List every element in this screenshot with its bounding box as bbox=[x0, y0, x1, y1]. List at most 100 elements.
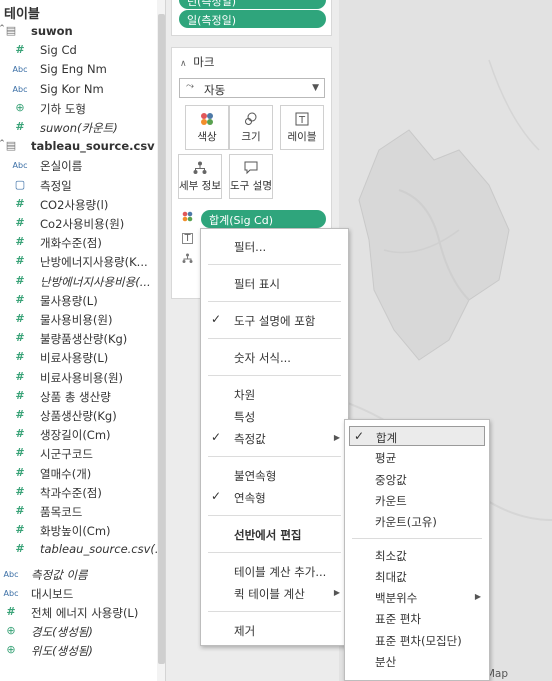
field-row[interactable]: # 개화수준(점) bbox=[0, 233, 158, 252]
aggregation-submenu: ✓ 합계 평균 중앙값 카운트카운트(고유) 최소값 최대값 백분위수 ▶ 표준 편차표준 편차(… bbox=[344, 419, 490, 681]
field-row[interactable]: ⊕ 위도(생성됨) bbox=[0, 641, 158, 660]
menu-item[interactable]: 필터... bbox=[201, 236, 348, 256]
detail-mark-button[interactable]: 세부 정보 bbox=[178, 154, 222, 199]
pill-year-date[interactable]: 년(측정일) bbox=[179, 0, 326, 9]
menu-item[interactable]: 숫자 서식... bbox=[201, 347, 348, 367]
field-row[interactable]: # Co2사용비용(원) bbox=[0, 214, 158, 233]
menu-item[interactable]: ✓ 연속형 bbox=[201, 487, 348, 507]
data-source-name: tableau_source.csv bbox=[31, 139, 155, 154]
menu-item-label: 표준 편차 bbox=[375, 612, 421, 627]
field-row[interactable]: # 생장길이(Cm) bbox=[0, 425, 158, 444]
field-row[interactable]: # 열매수(개) bbox=[0, 464, 158, 483]
field-row[interactable]: # suwon(카운트) bbox=[0, 118, 158, 137]
hash-type-icon: # bbox=[15, 542, 25, 556]
menu-item[interactable]: 특성 bbox=[201, 406, 348, 426]
mark-type-dropdown[interactable]: ⤳ 자동 ▼ bbox=[179, 78, 325, 98]
menu-item[interactable]: 중앙값 bbox=[345, 469, 489, 489]
field-row[interactable]: # 불량품생산량(Kg) bbox=[0, 329, 158, 348]
field-row[interactable]: # 화방높이(Cm) bbox=[0, 521, 158, 540]
database-icon: ▤ bbox=[5, 24, 17, 37]
menu-separator bbox=[208, 515, 341, 517]
menu-item-label: 숫자 서식... bbox=[234, 350, 291, 365]
tooltip-icon bbox=[230, 161, 272, 179]
field-row[interactable]: # 비료사용비용(원) bbox=[0, 368, 158, 387]
field-row[interactable]: Abc Sig Kor Nm bbox=[0, 80, 158, 99]
field-name: 착과수준(점) bbox=[40, 485, 102, 500]
field-row[interactable]: Abc Sig Eng Nm bbox=[0, 60, 158, 79]
hash-type-icon: # bbox=[15, 120, 25, 133]
label-mark-button[interactable]: T 레이블 bbox=[280, 105, 324, 150]
field-row[interactable]: # 상품생산량(Kg) bbox=[0, 406, 158, 425]
menu-item[interactable]: 표준 편차(모집단) bbox=[345, 630, 489, 650]
abc-type-icon: Abc bbox=[3, 588, 19, 598]
menu-item[interactable]: 백분위수 ▶ bbox=[345, 587, 489, 607]
menu-item[interactable]: 불연속형 bbox=[201, 465, 348, 485]
color-pill-sig-cd[interactable]: 합계(Sig Cd) bbox=[201, 210, 326, 228]
field-row[interactable]: # 상품 총 생산량 bbox=[0, 387, 158, 406]
collapse-caret-icon[interactable]: ∧ bbox=[180, 59, 187, 69]
field-name: 화방높이(Cm) bbox=[40, 524, 111, 539]
data-source-header[interactable]: ⌃▤tableau_source.csv bbox=[0, 137, 158, 156]
field-name: 기하 도형 bbox=[40, 101, 86, 116]
field-row[interactable]: # 착과수준(점) bbox=[0, 483, 158, 502]
pill-day-date[interactable]: 일(측정일) bbox=[179, 10, 326, 28]
field-name: 품목코드 bbox=[40, 505, 83, 519]
menu-item[interactable]: 선반에서 편집 bbox=[201, 524, 348, 544]
menu-item[interactable]: 분산 bbox=[345, 651, 489, 671]
menu-item[interactable]: ✓ 측정값 ▶ bbox=[201, 428, 348, 448]
menu-item[interactable]: 표준 편차 bbox=[345, 608, 489, 628]
field-row[interactable]: # 품목코드 bbox=[0, 502, 158, 521]
field-row[interactable]: # 난방에너지사용량(K... bbox=[0, 252, 158, 271]
label-encoding-icon: T bbox=[182, 233, 193, 244]
field-row[interactable]: # 시군구코드 bbox=[0, 444, 158, 463]
field-name: 비료사용비용(원) bbox=[40, 370, 124, 385]
field-row[interactable]: ▢ 측정일 bbox=[0, 176, 158, 195]
menu-item-label: 측정값 bbox=[234, 432, 266, 446]
field-row[interactable]: # CO2사용량(l) bbox=[0, 195, 158, 214]
field-row[interactable]: # 난방에너지사용비용(... bbox=[0, 272, 158, 291]
tooltip-mark-button[interactable]: 도구 설명 bbox=[229, 154, 273, 199]
field-name: 대시보드 bbox=[31, 586, 74, 601]
field-row[interactable]: Abc 측정값 이름 bbox=[0, 565, 158, 584]
menu-item[interactable]: 평균 bbox=[345, 447, 489, 467]
menu-item[interactable]: 테이블 계산 추가... bbox=[201, 561, 348, 581]
menu-item[interactable]: 카운트 bbox=[345, 490, 489, 510]
hash-type-icon: # bbox=[15, 408, 25, 421]
menu-item[interactable]: 제거 bbox=[201, 620, 348, 640]
field-name: 불량품생산량(Kg) bbox=[40, 332, 128, 347]
data-pane-title: 테이블 bbox=[4, 7, 40, 22]
hash-type-icon: # bbox=[15, 388, 25, 402]
marks-title-label: 마크 bbox=[193, 55, 215, 69]
field-row[interactable]: # 전체 에너지 사용량(L) bbox=[0, 603, 158, 622]
menu-item[interactable]: 카운트(고유) bbox=[345, 511, 489, 531]
menu-item-label: 특성 bbox=[234, 409, 256, 424]
field-row[interactable]: Abc 온실이름 bbox=[0, 156, 158, 175]
dropdown-caret-icon: ▼ bbox=[312, 83, 319, 93]
field-row[interactable]: # 비료사용량(L) bbox=[0, 348, 158, 367]
field-row[interactable]: # tableau_source.csv(... bbox=[0, 540, 158, 559]
field-row[interactable]: ⊕ 경도(생성됨) bbox=[0, 622, 158, 641]
date-type-icon: ▢ bbox=[14, 177, 26, 191]
field-name: 경도(생성됨) bbox=[31, 625, 93, 640]
field-row[interactable]: Abc 대시보드 bbox=[0, 584, 158, 603]
menu-item[interactable]: ✓ 합계 bbox=[349, 426, 485, 446]
field-row[interactable]: # 물사용량(L) bbox=[0, 291, 158, 310]
menu-separator bbox=[208, 552, 341, 554]
field-row[interactable]: ⊕ 기하 도형 bbox=[0, 99, 158, 118]
menu-item[interactable]: 퀵 테이블 계산 ▶ bbox=[201, 583, 348, 603]
data-pane-scroll-thumb[interactable] bbox=[158, 14, 165, 664]
data-source-header[interactable]: ⌃▤suwon bbox=[0, 22, 158, 41]
menu-item[interactable]: 최소값 bbox=[345, 545, 489, 565]
submenu-arrow-icon: ▶ bbox=[333, 433, 340, 442]
menu-item[interactable]: 필터 표시 bbox=[201, 273, 348, 293]
menu-item[interactable]: 차원 bbox=[201, 384, 348, 404]
field-name: 물사용비용(원) bbox=[40, 313, 113, 327]
menu-item[interactable]: ✓ 도구 설명에 포함 bbox=[201, 310, 348, 330]
size-mark-button[interactable]: 크기 bbox=[229, 105, 273, 150]
globe-type-icon: ⊕ bbox=[15, 100, 25, 114]
menu-item[interactable]: 최대값 bbox=[345, 566, 489, 586]
field-row[interactable]: # 물사용비용(원) bbox=[0, 310, 158, 329]
menu-item-label: 카운트(고유) bbox=[375, 515, 437, 530]
color-mark-button[interactable]: 색상 bbox=[185, 105, 229, 150]
field-row[interactable]: # Sig Cd bbox=[0, 41, 158, 60]
